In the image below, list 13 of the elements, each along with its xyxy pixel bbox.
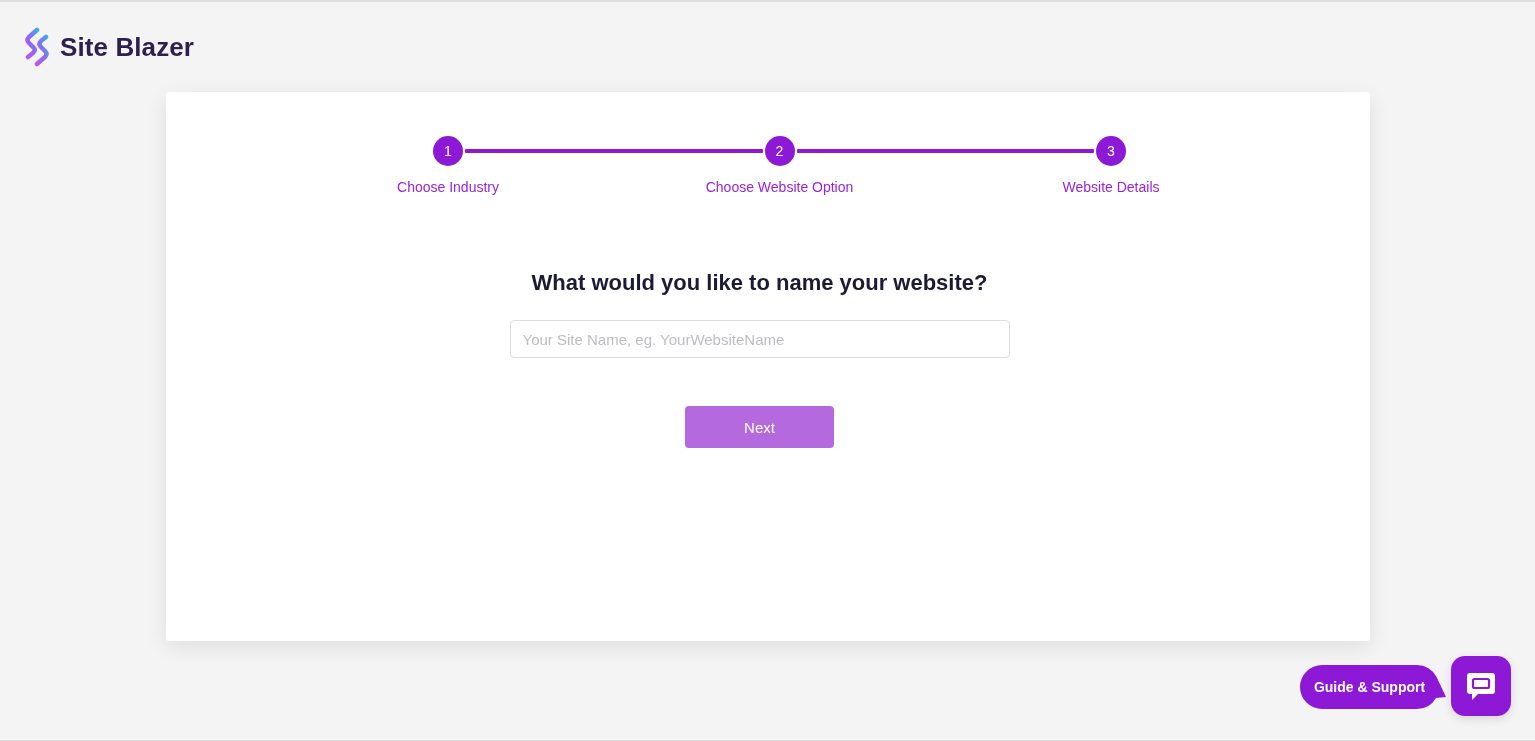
step-label: Choose Website Option xyxy=(705,178,854,196)
guide-support-button[interactable]: Guide & Support xyxy=(1300,665,1447,709)
step-number: 3 xyxy=(1096,136,1126,166)
chat-icon xyxy=(1466,671,1496,701)
logo-text: Site Blazer xyxy=(60,31,195,63)
step-label: Website Details xyxy=(1062,178,1160,196)
step-number: 1 xyxy=(433,136,463,166)
logo-icon xyxy=(24,27,50,67)
question-heading: What would you like to name your website? xyxy=(531,269,988,297)
step-label: Choose Industry xyxy=(397,178,499,196)
chat-button[interactable] xyxy=(1451,656,1511,716)
step-number: 2 xyxy=(764,136,795,166)
site-name-field[interactable]: Your Site Name, eg. YourWebsiteName xyxy=(509,320,1010,358)
